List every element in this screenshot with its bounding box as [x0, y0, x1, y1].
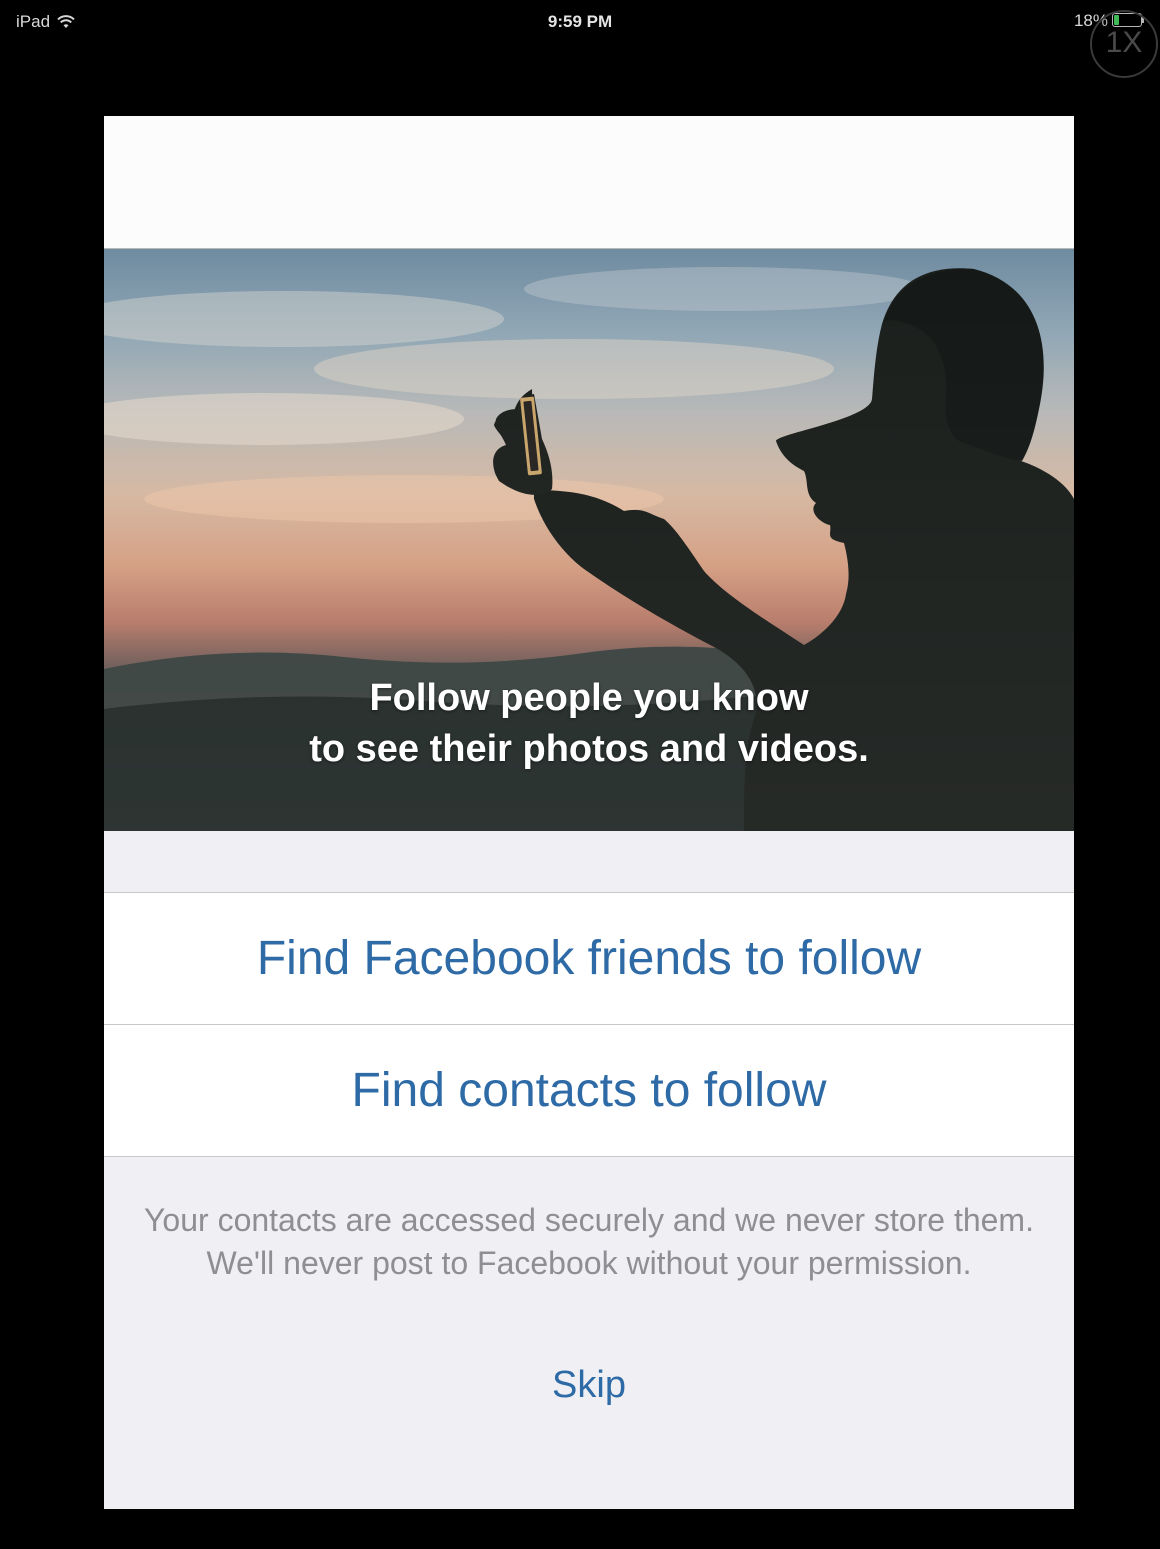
hero-caption: Follow people you know to see their phot…	[104, 673, 1074, 775]
section-spacer	[104, 831, 1074, 892]
find-facebook-friends-label: Find Facebook friends to follow	[256, 932, 922, 985]
zoom-badge[interactable]: 1X	[1090, 10, 1158, 78]
find-contacts-label: Find contacts to follow	[351, 1064, 827, 1117]
card-header	[104, 116, 1074, 249]
find-contacts-button[interactable]: Find contacts to follow	[104, 1024, 1074, 1157]
hero-caption-line2: to see their photos and videos.	[309, 728, 869, 770]
hero-image: Follow people you know to see their phot…	[104, 249, 1074, 831]
find-facebook-friends-button[interactable]: Find Facebook friends to follow	[104, 892, 1074, 1024]
hero-caption-line1: Follow people you know	[369, 677, 809, 719]
skip-button[interactable]: Skip	[104, 1364, 1074, 1407]
status-bar: iPad 9:59 PM 18%	[0, 0, 1160, 46]
status-time: 9:59 PM	[547, 12, 613, 31]
follow-people-card: Follow people you know to see their phot…	[104, 116, 1074, 1509]
privacy-note: Your contacts are accessed securely and …	[144, 1202, 1034, 1281]
